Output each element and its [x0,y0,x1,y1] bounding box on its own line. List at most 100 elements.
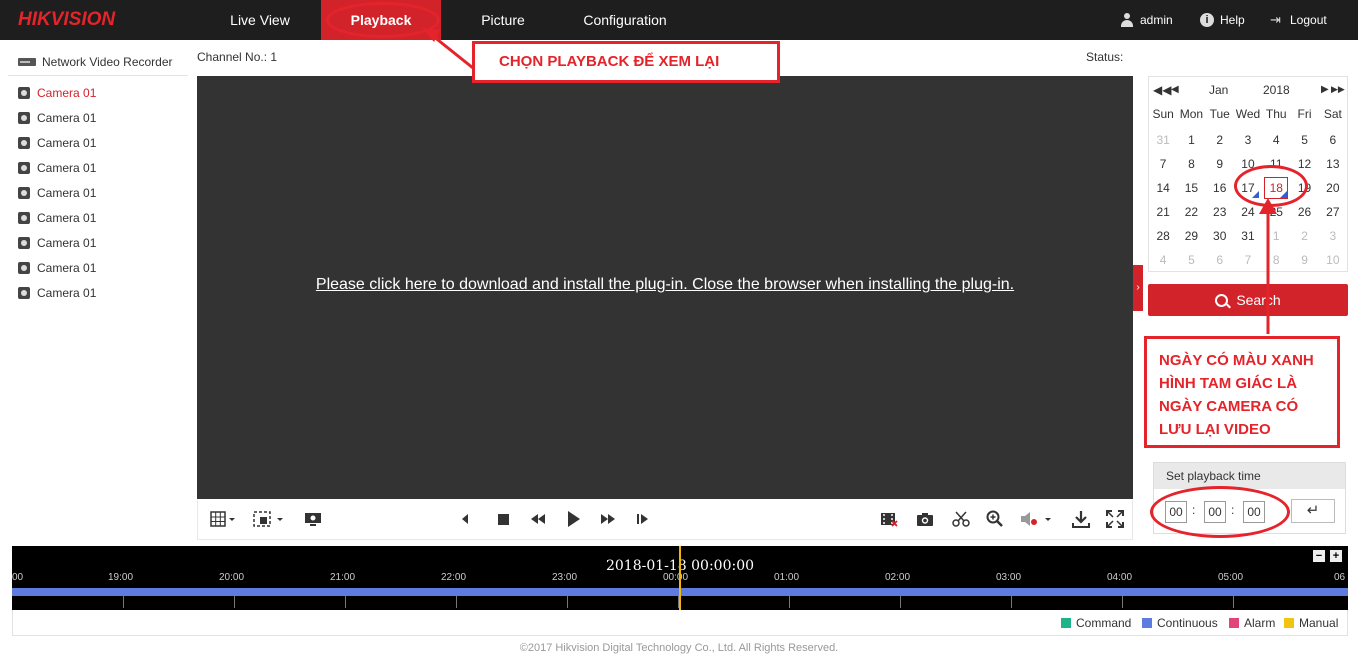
calendar-week-row: 28 29 30 31 1 2 3 [1149,224,1347,248]
play-button[interactable] [564,508,584,530]
status-label: Status: [1086,50,1124,64]
next-month-button[interactable]: ▶ [1321,84,1329,95]
window-division-button[interactable] [206,508,240,530]
calendar-year[interactable]: 2018 [1263,83,1290,97]
search-button[interactable]: Search [1148,284,1348,316]
calendar-day[interactable]: 6 [1319,128,1347,152]
slow-forward-button[interactable] [528,508,548,530]
calendar-day[interactable]: 23 [1206,200,1234,224]
calendar-day[interactable]: 9 [1290,248,1318,272]
calendar-day[interactable]: 30 [1206,224,1234,248]
stop-button[interactable] [494,508,512,530]
start-clipping-button[interactable] [878,508,900,530]
camera-item[interactable]: Camera 01 [18,80,188,105]
video-player-area[interactable]: Please click here to download and instal… [197,76,1133,499]
timeline-zoom-in-button[interactable]: + [1330,550,1342,562]
calendar-week-row: 4 5 6 7 8 9 10 [1149,248,1347,272]
calendar-day[interactable]: 3 [1234,128,1262,152]
calendar-day[interactable]: 1 [1177,128,1205,152]
camera-item[interactable]: Camera 01 [18,130,188,155]
timeline-zoom-out-button[interactable]: − [1313,550,1325,562]
calendar-day[interactable]: 15 [1177,176,1205,200]
previous-frame-button[interactable] [456,508,474,530]
calendar-day[interactable]: 16 [1206,176,1234,200]
single-frame-button[interactable] [634,508,652,530]
calendar-week-row: 31 1 2 3 4 5 6 [1149,128,1347,152]
calendar-day[interactable]: 4 [1149,248,1177,272]
calendar-day-number: 27 [1326,205,1340,219]
expand-panel-toggle[interactable]: › [1133,265,1143,311]
tab-configuration[interactable]: Configuration [566,0,684,40]
weekday-label: Wed [1235,107,1261,121]
calendar-day[interactable]: 13 [1319,152,1347,176]
camera-item[interactable]: Camera 01 [18,205,188,230]
logout-link[interactable]: ⇥ Logout [1270,0,1327,40]
logout-label: Logout [1290,13,1327,27]
calendar-day[interactable]: 20 [1319,176,1347,200]
rewind-icon [531,514,545,524]
calendar-day[interactable]: 2 [1206,128,1234,152]
calendar-day-number: 1 [1188,133,1195,147]
prev-month-button[interactable]: ◀ [1171,84,1179,95]
download-button[interactable] [1070,508,1092,530]
reverse-icon [462,514,468,524]
user-menu[interactable]: admin [1120,0,1173,40]
calendar-day[interactable]: 8 [1177,152,1205,176]
nvr-device-header[interactable]: Network Video Recorder [8,48,188,76]
camera-item[interactable]: Camera 01 [18,105,188,130]
calendar-day-number: 10 [1326,253,1340,267]
calendar-day-number: 4 [1272,133,1280,147]
calendar-day[interactable]: 27 [1319,200,1347,224]
timeline-cursor[interactable] [679,546,681,610]
calendar-day[interactable]: 10 [1319,248,1347,272]
snapshot-button[interactable] [914,508,936,530]
camera-label: Camera 01 [37,110,97,125]
calendar-day[interactable]: 21 [1149,200,1177,224]
camera-item[interactable]: Camera 01 [18,280,188,305]
capture-button[interactable] [302,508,324,530]
camera-item[interactable]: Camera 01 [18,255,188,280]
calendar-day[interactable]: 7 [1149,152,1177,176]
calendar-day[interactable]: 2 [1290,224,1318,248]
calendar-month[interactable]: Jan [1209,83,1228,97]
prev-year-button[interactable]: ◀◀ [1153,83,1171,97]
clip-button[interactable] [950,508,972,530]
full-screen-button[interactable] [1104,508,1126,530]
weekday-label: Thu [1265,107,1287,121]
go-to-time-button[interactable]: ↵ [1291,499,1335,523]
timeline-hour-label: 23:00 [552,572,578,583]
calendar-day[interactable]: 31 [1149,128,1177,152]
camera-item[interactable]: Camera 01 [18,180,188,205]
calendar-day-number: 5 [1188,253,1195,267]
tab-live-view[interactable]: Live View [210,0,310,40]
digital-zoom-button[interactable] [984,508,1006,530]
calendar-day[interactable]: 5 [1177,248,1205,272]
fullscreen-window-button[interactable] [252,508,288,530]
help-link[interactable]: i Help [1200,0,1245,40]
calendar-day[interactable]: 28 [1149,224,1177,248]
camera-item[interactable]: Camera 01 [18,230,188,255]
calendar-day[interactable]: 26 [1290,200,1318,224]
next-year-button[interactable]: ▶▶ [1331,84,1345,95]
calendar-day[interactable]: 22 [1177,200,1205,224]
camera-item[interactable]: Camera 01 [18,155,188,180]
calendar-day-number: 9 [1216,157,1224,171]
plugin-download-link[interactable]: Please click here to download and instal… [197,276,1133,294]
calendar-day-number: 12 [1297,157,1312,171]
top-navigation-bar: HIKVISION Live View Playback Picture Con… [0,0,1358,40]
playback-timeline[interactable]: 2018-01-18 00:00:00 00 19:00 20:00 21:00 22:… [12,546,1348,610]
weekday-label: Mon [1179,107,1204,121]
calendar-day[interactable]: 6 [1206,248,1234,272]
audio-button[interactable] [1018,508,1056,530]
legend-label: Manual [1299,616,1339,630]
calendar-day[interactable]: 14 [1149,176,1177,200]
calendar-day[interactable]: 3 [1319,224,1347,248]
fast-forward-button[interactable] [598,508,618,530]
calendar-day[interactable]: 5 [1290,128,1318,152]
calendar-day[interactable]: 9 [1206,152,1234,176]
camera-icon [18,286,30,299]
zoom-in-icon [986,510,1003,527]
calendar-day[interactable]: 4 [1262,128,1290,152]
calendar-day[interactable]: 29 [1177,224,1205,248]
callout-line: LƯU LẠI VIDEO [1159,421,1271,438]
